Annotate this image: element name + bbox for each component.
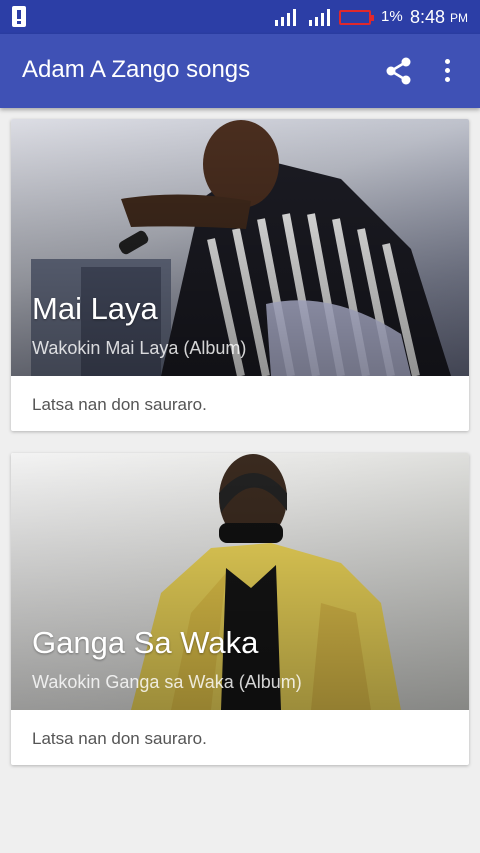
album-title: Mai Laya — [32, 291, 158, 326]
album-cover-image: Mai Laya Wakokin Mai Laya (Album) — [11, 119, 469, 376]
album-cover-image: Ganga Sa Waka Wakokin Ganga sa Waka (Alb… — [11, 453, 469, 710]
album-title: Ganga Sa Waka — [32, 625, 259, 660]
clock-ampm: PM — [450, 11, 468, 25]
share-icon — [386, 57, 411, 85]
share-button[interactable] — [382, 54, 416, 88]
album-subtitle: Wakokin Mai Laya (Album) — [32, 338, 247, 358]
battery-percent: 1% — [381, 8, 403, 25]
status-bar: 1% 8:48 PM — [0, 0, 480, 34]
signal-icon — [275, 9, 299, 26]
album-card[interactable]: Mai Laya Wakokin Mai Laya (Album) Latsa … — [11, 119, 469, 431]
warning-icon — [12, 6, 26, 27]
battery-icon — [339, 10, 374, 25]
album-subtitle: Wakokin Ganga sa Waka (Album) — [32, 672, 302, 692]
album-description: Latsa nan don sauraro. — [32, 395, 207, 414]
more-vert-icon — [445, 59, 450, 64]
album-description: Latsa nan don sauraro. — [32, 729, 207, 748]
clock-time: 8:48 — [410, 7, 446, 27]
page-title: Adam A Zango songs — [22, 56, 251, 83]
signal-icon — [309, 9, 333, 26]
app-bar: Adam A Zango songs — [0, 34, 480, 108]
album-card[interactable]: Ganga Sa Waka Wakokin Ganga sa Waka (Alb… — [11, 453, 469, 765]
more-options-button[interactable] — [436, 54, 460, 88]
